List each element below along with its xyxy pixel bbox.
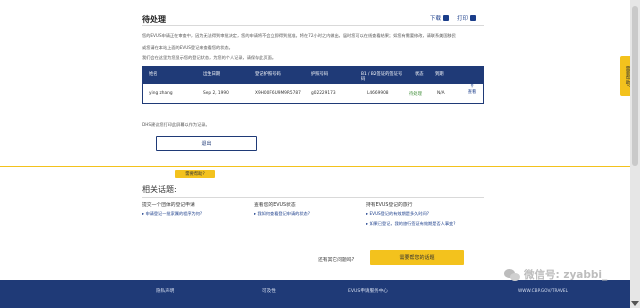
col-passport: 护照号码 <box>311 72 329 77</box>
related-col-2-head: 查看您的EVUS状态 <box>254 203 296 208</box>
page: 待处理 下载 打印 您的EVUS申请正在审查中，因为无法得到审批决定，您的申请将… <box>0 0 640 308</box>
download-icon <box>442 15 449 21</box>
related-col-3-head: 持有EVUS登记的旅行 <box>366 203 413 208</box>
header-actions: 下载 打印 <box>430 14 476 22</box>
col-dob: 出生日期 <box>203 72 221 77</box>
footer-url[interactable]: WWW.CBP.GOV/TRAVEL <box>518 289 568 294</box>
scroll-thumb[interactable] <box>632 6 638 166</box>
related-link-group-app[interactable]: ▸ 申请登记一批家属的程序为何? <box>142 211 202 217</box>
wechat-icon <box>504 268 520 281</box>
col-status: 状态 <box>415 72 424 77</box>
scroll-down-icon[interactable] <box>631 301 639 306</box>
help-badge: 需要帮助? <box>175 170 215 178</box>
more-questions-text: 还有其它问题吗? <box>318 258 355 263</box>
footer-accessibility-link[interactable]: 可及性 <box>262 288 276 294</box>
col-visa: B1 / B2签证的签证号码 <box>361 72 403 82</box>
cell-dob: Sep 2, 1990 <box>203 91 229 96</box>
cell-name: ying zhang <box>149 91 173 96</box>
footer: 隐私声明 可及性 EVUS申请服务中心 WWW.CBP.GOV/TRAVEL <box>0 280 630 308</box>
print-note: DHS建议您打印此屏幕以作为记录。 <box>142 122 210 127</box>
print-icon <box>470 15 476 21</box>
intro-line-3: 我们会在这里为您显示您的登记状态，为您的个人记录，请保存此页面。 <box>142 55 277 60</box>
watermark: 微信号: zyabbi_ <box>504 267 607 282</box>
related-topics-title: 相关话题: <box>142 185 177 194</box>
table-header: 姓名 出生日期 登记护照号码 护照号码 B1 / B2签证的签证号码 状态 到期 <box>143 67 483 84</box>
view-details-link[interactable]: ⚲ 查看 <box>467 84 477 96</box>
intro-line-1: 您的EVUS申请正在审查中，因为无法得到审批决定，您的申请将不会立即得到批准。将… <box>142 33 456 38</box>
related-link-check-status[interactable]: ▸ 我如何查看登记申请的状态? <box>254 211 310 217</box>
cell-visa: L4669908 <box>367 91 389 96</box>
page-title: 待处理 <box>142 15 166 24</box>
status-table: 姓名 出生日期 登记护照号码 护照号码 B1 / B2签证的签证号码 状态 到期… <box>142 66 484 104</box>
related-divider <box>142 197 484 198</box>
cell-status: 待处理 <box>409 92 422 97</box>
print-link[interactable]: 打印 <box>457 14 476 22</box>
download-link[interactable]: 下载 <box>430 14 449 22</box>
ask-question-button[interactable]: 需要帮您的话题 <box>370 250 464 265</box>
footer-service-center-link[interactable]: EVUS申请服务中心 <box>348 288 388 294</box>
section-separator <box>0 166 630 167</box>
exit-button[interactable]: 退出 <box>156 136 257 151</box>
related-link-validity[interactable]: ▸ EVUS登记的有效期是多久时间? <box>366 211 484 217</box>
search-icon: ⚲ <box>470 84 474 89</box>
col-evus-number: 登记护照号码 <box>255 72 281 77</box>
title-divider <box>142 25 484 26</box>
main-content: 待处理 下载 打印 您的EVUS申请正在审查中，因为无法得到审批决定，您的申请将… <box>0 0 630 308</box>
cell-expiry: N/A <box>437 91 445 96</box>
col-expiry: 到期 <box>435 72 444 77</box>
scrollbar[interactable] <box>630 0 640 308</box>
footer-privacy-link[interactable]: 隐私声明 <box>156 288 174 294</box>
col-name: 姓名 <box>149 72 158 77</box>
intro-line-2: 或您请在本站上面的EVUS登记来查看您的状态。 <box>142 45 233 50</box>
cell-evus-number: X9H00F6U9M9R5787 <box>255 91 301 96</box>
cell-passport: g02229173 <box>311 91 336 96</box>
related-link-visa-change[interactable]: ▸ 如果已登记，我的旅行签证有效期是否人事变? <box>366 221 484 227</box>
related-col-1-head: 提交一个团体的登记申请 <box>142 203 195 208</box>
